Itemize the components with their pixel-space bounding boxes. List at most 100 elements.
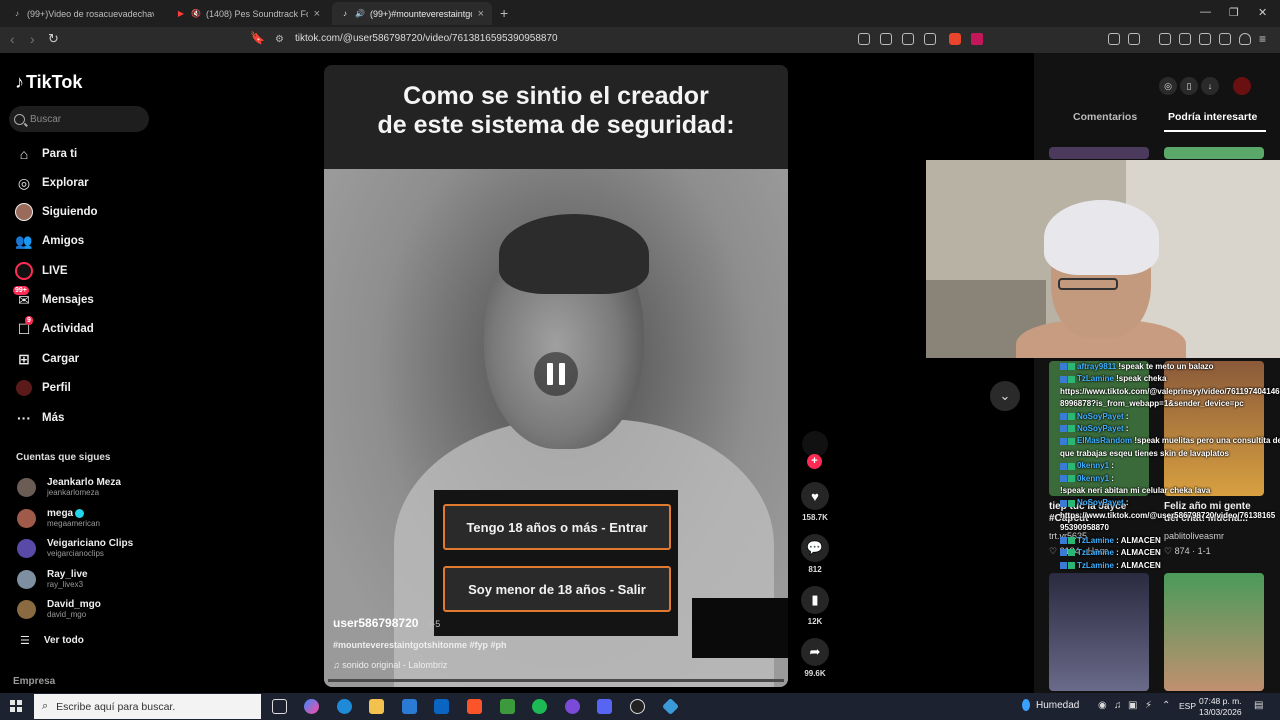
share-action[interactable]: ➦ 99.6K xyxy=(800,638,830,678)
taskbar-search-input[interactable]: ⌕ Escribe aquí para buscar. xyxy=(34,694,261,719)
task-view-icon[interactable] xyxy=(272,699,287,714)
brave-icon[interactable] xyxy=(467,699,482,714)
company-link[interactable]: Empresa xyxy=(13,676,55,687)
extensions-icon[interactable] xyxy=(1108,33,1120,45)
account-item[interactable]: mega megaamerican xyxy=(17,506,100,530)
store-icon[interactable] xyxy=(402,699,417,714)
weather-widget[interactable]: Humedad xyxy=(1022,699,1079,711)
tray-icon[interactable]: ◉ xyxy=(1098,700,1107,711)
nav-siguiendo[interactable]: Siguiendo xyxy=(15,202,98,222)
video-author[interactable]: user586798720 · 3-5 xyxy=(333,616,440,630)
grid-app-icon[interactable] xyxy=(597,699,612,714)
chat-text: : xyxy=(1125,498,1129,508)
youtube-icon: ▶ xyxy=(177,9,185,18)
chrome-icon[interactable] xyxy=(630,699,645,714)
download-icon[interactable]: ↓ xyxy=(1201,77,1219,95)
account-item[interactable]: Ray_live ray_livex3 xyxy=(17,567,88,591)
chat-badge-icon xyxy=(1068,413,1075,421)
account-item[interactable]: David_mgo david_mgo xyxy=(17,597,101,621)
menu-icon[interactable]: ≡ xyxy=(1259,32,1266,46)
screenshot-icon[interactable] xyxy=(1128,33,1140,45)
related-video-thumb[interactable] xyxy=(1049,147,1149,159)
tray-icon[interactable]: ♫ xyxy=(1114,700,1122,711)
ai-icon[interactable] xyxy=(1219,33,1231,45)
close-tab-icon[interactable]: × xyxy=(478,8,484,20)
nav-amigos[interactable]: 👥 Amigos xyxy=(15,231,84,251)
minimize-icon[interactable]: — xyxy=(1200,6,1211,18)
tiktok-logo[interactable]: ♪ TikTok xyxy=(15,72,82,93)
video-player[interactable]: Como se sintio el creador de este sistem… xyxy=(324,65,788,687)
comment-action[interactable]: 💬 812 xyxy=(800,534,830,574)
edge-icon[interactable] xyxy=(337,699,352,714)
site-info-icon[interactable]: ⚙ xyxy=(275,34,284,45)
brave-rewards-icon[interactable] xyxy=(971,33,983,45)
video-hashtags[interactable]: #mounteverestaintgotshitonme #fyp #ph xyxy=(333,640,507,650)
tray-icon[interactable]: ⚡ xyxy=(1145,700,1152,711)
see-all-link[interactable]: ☰ Ver todo xyxy=(20,634,84,647)
restore-icon[interactable]: ❐ xyxy=(1229,6,1239,19)
spotify-icon[interactable] xyxy=(532,699,547,714)
follow-button[interactable]: + xyxy=(807,454,822,469)
video-progress-bar[interactable] xyxy=(328,679,784,682)
back-icon[interactable]: ‹ xyxy=(10,31,15,47)
chat-badge-icon xyxy=(1068,363,1075,371)
nav-cargar[interactable]: ⊞ Cargar xyxy=(15,349,79,369)
tab-tiktok-rosacueva[interactable]: ♪ (99+)Video de rosacuevadechaves ( xyxy=(4,2,162,25)
cast-icon[interactable] xyxy=(902,33,914,45)
tab-comments[interactable]: Comentarios xyxy=(1073,111,1137,123)
nav-para-ti[interactable]: ⌂ Para ti xyxy=(15,144,77,164)
sidebar-icon[interactable] xyxy=(1179,33,1191,45)
pause-button[interactable] xyxy=(534,352,578,396)
notification-icon[interactable]: ▤ xyxy=(1254,700,1263,711)
obs-icon[interactable] xyxy=(565,699,580,714)
search-input[interactable]: Buscar xyxy=(9,106,149,132)
taskbar-clock[interactable]: 07:48 p. m. 13/03/2026 xyxy=(1199,696,1242,718)
close-window-icon[interactable]: ✕ xyxy=(1258,6,1267,19)
translate-icon[interactable] xyxy=(880,33,892,45)
video-sound[interactable]: ♫ sonido original - Lalombriz xyxy=(333,660,447,670)
app-icon[interactable] xyxy=(662,698,679,715)
no-script-icon[interactable] xyxy=(858,33,870,45)
account-item[interactable]: Veigariciano Clips veigarcianoclips xyxy=(17,536,133,560)
wallet-icon[interactable] xyxy=(1199,33,1211,45)
file-explorer-icon[interactable] xyxy=(369,699,384,714)
tray-icon[interactable]: ⌃ xyxy=(1162,700,1170,711)
share-icon[interactable] xyxy=(924,33,936,45)
next-video-button[interactable]: ⌄ xyxy=(990,381,1020,411)
account-item[interactable]: Jeankarlo Meza jeankarlomeza xyxy=(17,475,121,499)
forward-icon[interactable]: › xyxy=(30,31,35,47)
new-tab-button[interactable]: + xyxy=(500,5,508,21)
nav-mas[interactable]: ··· Más xyxy=(15,408,64,428)
windows-start-icon[interactable] xyxy=(10,700,22,712)
nav-perfil[interactable]: Perfil xyxy=(15,378,71,398)
url-field[interactable]: tiktok.com/@user586798720/video/76138165… xyxy=(295,33,558,44)
media-icon[interactable] xyxy=(1159,33,1171,45)
like-action[interactable]: ♥ 158.7K xyxy=(800,482,830,522)
reload-icon[interactable]: ↻ xyxy=(48,31,59,47)
activity-icon: ☐ 9 xyxy=(17,316,33,337)
tab-soundtrack[interactable]: ▶ 🔇 (1408) Pes Soundtrack Food × xyxy=(168,2,328,25)
bookmark-icon[interactable]: 🔖 xyxy=(250,31,265,45)
nav-mensajes[interactable]: ✉ 99+ Mensajes xyxy=(13,286,94,310)
nav-explorar[interactable]: ◎ Explorar xyxy=(15,173,89,193)
save-action[interactable]: ▮ 12K xyxy=(800,586,830,626)
brave-shield-icon[interactable] xyxy=(949,33,961,45)
tab-tiktok-video[interactable]: ♪ 🔊 (99+)#mounteverestaintgotsh × xyxy=(332,2,492,25)
nav-live[interactable]: LIVE xyxy=(15,261,68,281)
age-over-18-button[interactable]: Tengo 18 años o más - Entrar xyxy=(443,504,671,550)
device-icon[interactable]: ▯ xyxy=(1180,77,1198,95)
friends-icon: 👥 xyxy=(15,232,33,249)
compass-icon[interactable]: ◎ xyxy=(1159,77,1177,95)
nav-actividad[interactable]: ☐ 9 Actividad xyxy=(15,316,94,339)
tab-related[interactable]: Podría interesarte xyxy=(1168,111,1257,123)
user-avatar[interactable] xyxy=(1233,77,1251,95)
tray-icon[interactable]: ▣ xyxy=(1128,700,1137,711)
minecraft-icon[interactable] xyxy=(500,699,515,714)
language-indicator[interactable]: ESP xyxy=(1179,701,1196,711)
vpn-icon[interactable] xyxy=(1239,33,1251,45)
related-video-thumb[interactable] xyxy=(1164,147,1264,159)
copilot-icon[interactable] xyxy=(304,699,319,714)
outlook-icon[interactable] xyxy=(434,699,449,714)
age-under-18-button[interactable]: Soy menor de 18 años - Salir xyxy=(443,566,671,612)
close-tab-icon[interactable]: × xyxy=(314,8,320,20)
